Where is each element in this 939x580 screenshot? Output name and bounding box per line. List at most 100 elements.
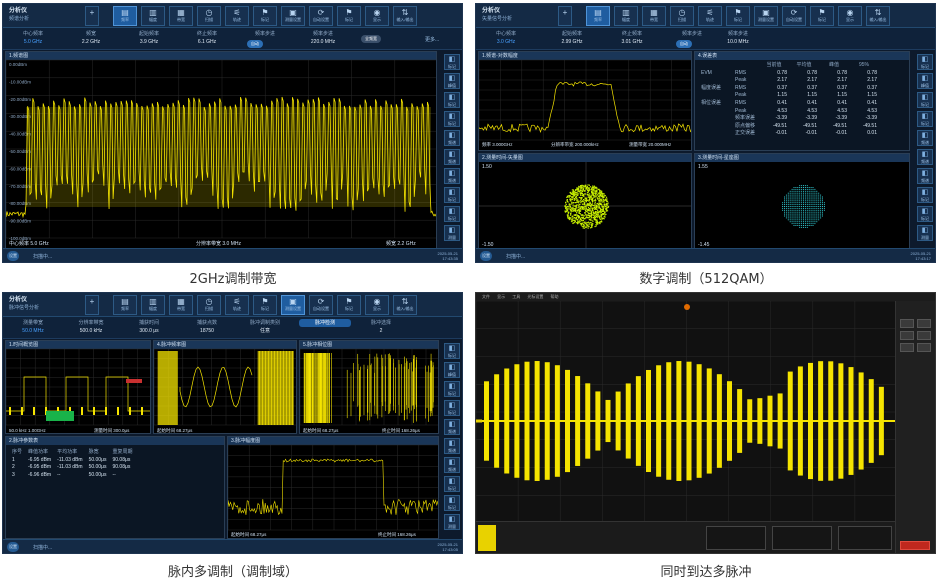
toolbar-btn-7[interactable]: ⟳ 自动设置: [309, 6, 333, 26]
add-tab-button[interactable]: +: [558, 6, 572, 26]
param-span[interactable]: 频宽 2.2 GHz: [65, 30, 117, 46]
sidebar-button-1[interactable]: ◧ 峰值: [444, 362, 460, 378]
side-btn-3[interactable]: [900, 331, 914, 340]
sidebar-button-4[interactable]: ◧ 频谱: [444, 419, 460, 435]
toolbar-btn-6[interactable]: ▣ 测量设置: [281, 295, 305, 315]
sidebar-button-2[interactable]: ◧ 标记: [444, 381, 460, 397]
sidebar-button-1[interactable]: ◧ 峰值: [444, 73, 460, 89]
toolbar-btn-8[interactable]: ⚑ 标记: [337, 6, 361, 26]
toolbar-btn-7[interactable]: ⟳ 自动设置: [782, 6, 806, 26]
sidebar-button-5[interactable]: ◧ 频谱: [917, 149, 933, 165]
menu-help[interactable]: 帮助: [551, 293, 559, 301]
menu-display[interactable]: 显示: [497, 293, 505, 301]
param-capture-time[interactable]: 捕获时间 300.0 μs: [123, 319, 175, 335]
stop-button[interactable]: [900, 541, 930, 550]
toolbar-btn-3[interactable]: ◷ 扫描: [197, 6, 221, 26]
toolbar-btn-3[interactable]: ◷ 扫描: [670, 6, 694, 26]
toolbar-btn-8[interactable]: ⚑ 标记: [810, 6, 834, 26]
sidebar-button-5[interactable]: ◧ 频谱: [444, 438, 460, 454]
sidebar-button-3[interactable]: ◧ 标记: [444, 111, 460, 127]
param-meas-bw[interactable]: 测量带宽 50.0 MHz: [7, 319, 59, 335]
full-span-button[interactable]: 全频宽: [361, 35, 381, 43]
menu-cursor[interactable]: 光标设置: [527, 293, 543, 301]
more-link[interactable]: 更多...: [425, 36, 439, 43]
toolbar-btn-5[interactable]: ⚑ 标记: [253, 295, 277, 315]
toolbar-btn-10[interactable]: ⇅ 输入/输出: [393, 6, 417, 26]
sidebar-button-7[interactable]: ◧ 标记: [917, 187, 933, 203]
param-step[interactable]: 频率步进 10.0 MHz: [712, 30, 764, 46]
toolbar-btn-0[interactable]: ▤ 频率: [113, 295, 137, 315]
settings-round-button[interactable]: 设置: [7, 251, 19, 261]
table-row[interactable]: 1 -6.95 dBm -11.03 dBm 50.00μs 90.08μs: [9, 457, 136, 465]
toolbar-btn-3[interactable]: ◷ 扫描: [197, 295, 221, 315]
toolbar-btn-8[interactable]: ⚑ 标记: [337, 295, 361, 315]
toolbar-btn-5[interactable]: ⚑ 标记: [726, 6, 750, 26]
toolbar-btn-4[interactable]: ⚟ 轨迹: [225, 295, 249, 315]
toolbar-btn-2[interactable]: ▦ 带宽: [169, 6, 193, 26]
toolbar-btn-6[interactable]: ▣ 测量设置: [754, 6, 778, 26]
param-stop-freq[interactable]: 终止频率 6.1 GHz: [181, 30, 233, 46]
side-btn-6[interactable]: [917, 343, 931, 352]
param-step[interactable]: 频率步进 220.0 MHz: [297, 30, 349, 46]
toolbar-btn-2[interactable]: ▦ 带宽: [169, 295, 193, 315]
table-row[interactable]: 3 -6.96 dBm -- 50.00μs --: [9, 472, 136, 480]
param-stop-freq[interactable]: 终止频率 3.01 GHz: [606, 30, 658, 46]
toolbar-btn-9[interactable]: ◉ 显示: [365, 295, 389, 315]
param-center-freq[interactable]: 中心频率 5.0 GHz: [7, 30, 59, 46]
sidebar-button-7[interactable]: ◧ 标记: [444, 476, 460, 492]
toolbar-btn-9[interactable]: ◉ 显示: [365, 6, 389, 26]
side-btn-5[interactable]: [900, 343, 914, 352]
param-rbw[interactable]: 分辨率带宽 500.0 kHz: [65, 319, 117, 335]
step-auto-pill[interactable]: 自动: [247, 40, 263, 48]
sidebar-button-1[interactable]: ◧ 峰值: [917, 73, 933, 89]
param-pulse-select[interactable]: 脉冲选择 2: [355, 319, 407, 335]
param-start-freq[interactable]: 起始频率 3.9 GHz: [123, 30, 175, 46]
channel-1-badge[interactable]: [478, 525, 496, 551]
sidebar-button-0[interactable]: ◧ 标记: [917, 54, 933, 70]
toolbar-btn-6[interactable]: ▣ 测量设置: [281, 6, 305, 26]
timebase-box[interactable]: [706, 526, 766, 550]
param-pulse-detect[interactable]: 脉冲检测: [299, 319, 351, 327]
toolbar-btn-0[interactable]: ▤ 频率: [586, 6, 610, 26]
param-mod-type[interactable]: 脉冲调制类别 任意: [239, 319, 291, 335]
sidebar-button-4[interactable]: ◧ 频谱: [444, 130, 460, 146]
toolbar-btn-4[interactable]: ⚟ 轨迹: [225, 6, 249, 26]
add-tab-button[interactable]: +: [85, 295, 99, 315]
settings-round-button[interactable]: 设置: [480, 251, 492, 261]
settings-round-button[interactable]: 设置: [7, 542, 19, 552]
table-row[interactable]: 2 -6.95 dBm -11.03 dBm 50.00μs 90.08μs: [9, 464, 136, 472]
sidebar-button-8[interactable]: ◧ 标记: [444, 206, 460, 222]
param-step-mode[interactable]: 频率步进: [666, 30, 718, 38]
sidebar-button-0[interactable]: ◧ 标记: [444, 343, 460, 359]
menu-file[interactable]: 文件: [482, 293, 490, 301]
sidebar-button-6[interactable]: ◧ 频谱: [444, 457, 460, 473]
toolbar-btn-9[interactable]: ◉ 显示: [838, 6, 862, 26]
side-btn-2[interactable]: [917, 319, 931, 328]
sidebar-button-6[interactable]: ◧ 频谱: [917, 168, 933, 184]
acquire-box[interactable]: [838, 526, 892, 550]
param-center-freq[interactable]: 中心频率 3.0 GHz: [480, 30, 532, 46]
side-btn-4[interactable]: [917, 331, 931, 340]
sidebar-button-7[interactable]: ◧ 标记: [444, 187, 460, 203]
sidebar-button-2[interactable]: ◧ 标记: [917, 92, 933, 108]
sidebar-button-8[interactable]: ◧ 标记: [917, 206, 933, 222]
sidebar-button-6[interactable]: ◧ 频谱: [444, 168, 460, 184]
sidebar-button-0[interactable]: ◧ 标记: [444, 54, 460, 70]
sidebar-button-9[interactable]: ◧ 测量: [444, 225, 460, 241]
toolbar-btn-0[interactable]: ▤ 频率: [113, 6, 137, 26]
toolbar-btn-5[interactable]: ⚑ 标记: [253, 6, 277, 26]
toolbar-btn-7[interactable]: ⟳ 自动设置: [309, 295, 333, 315]
sidebar-button-5[interactable]: ◧ 频谱: [444, 149, 460, 165]
sidebar-button-3[interactable]: ◧ 标记: [444, 400, 460, 416]
param-start-freq[interactable]: 起始频率 2.99 GHz: [546, 30, 598, 46]
toolbar-btn-1[interactable]: ▥ 幅度: [141, 295, 165, 315]
trigger-box[interactable]: [772, 526, 832, 550]
sidebar-button-8[interactable]: ◧ 标记: [444, 495, 460, 511]
sidebar-button-3[interactable]: ◧ 标记: [917, 111, 933, 127]
sidebar-button-2[interactable]: ◧ 标记: [444, 92, 460, 108]
toolbar-btn-10[interactable]: ⇅ 输入/输出: [393, 295, 417, 315]
param-capture-points[interactable]: 捕获点数 18750: [181, 319, 233, 335]
sidebar-button-9[interactable]: ◧ 测量: [444, 514, 460, 530]
sidebar-button-4[interactable]: ◧ 频谱: [917, 130, 933, 146]
toolbar-btn-1[interactable]: ▥ 幅度: [614, 6, 638, 26]
